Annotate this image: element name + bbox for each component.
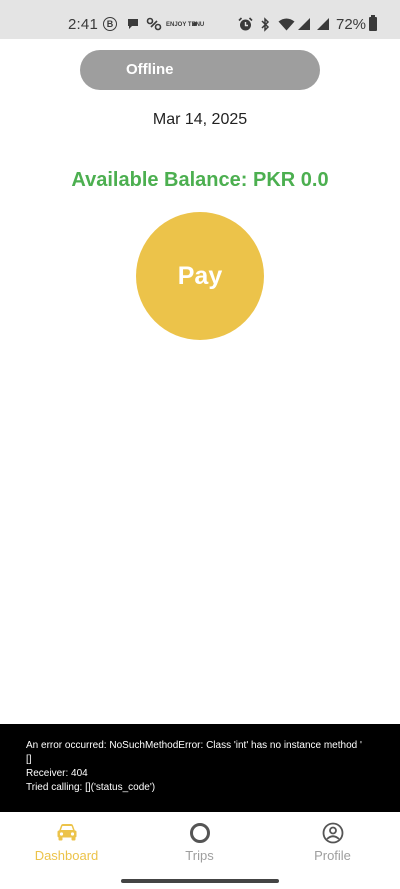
notification-dot-icon [193,22,197,26]
nav-item-trips[interactable]: Trips [133,812,266,871]
status-bar: 2:41 B ENJOY TENU 72% [0,0,400,39]
battery-percent: 72% [336,16,367,33]
gesture-handle[interactable] [121,879,279,883]
error-line: An error occurred: NoSuchMethodError: Cl… [26,740,362,751]
signal-icon [297,15,311,33]
signal-icon-2 [316,15,330,33]
nav-label-trips: Trips [185,848,214,863]
pay-button[interactable]: Pay [136,212,264,340]
available-balance: Available Balance: PKR 0.0 [71,169,329,191]
bottom-navigation: Dashboard Trips Profile [0,812,400,871]
error-line: Tried calling: []('status_code') [26,782,156,793]
nav-label-profile: Profile [314,848,351,863]
nav-item-profile[interactable]: Profile [266,812,399,871]
current-date: Mar 14, 2025 [152,111,248,128]
error-line: [] [26,754,32,765]
online-status-toggle[interactable]: Offline [80,50,320,90]
status-time: 2:41 [68,16,98,33]
wifi-icon [278,15,295,33]
online-status-label: Offline [126,61,174,78]
tools-icon [146,15,162,33]
chat-icon [126,15,140,33]
error-banner: An error occurred: NoSuchMethodError: Cl… [0,724,400,812]
car-icon [56,822,78,847]
pay-button-label: Pay [177,261,223,290]
battery-icon [369,15,377,31]
error-line: Receiver: 404 [26,768,88,779]
nav-item-dashboard[interactable]: Dashboard [0,812,133,871]
bluetooth-icon [260,15,270,33]
profile-icon [322,822,344,849]
b-app-icon: B [103,17,117,31]
alarm-icon [238,15,253,33]
status-small-text: ENJOY TENU [166,21,205,28]
nav-label-dashboard: Dashboard [34,848,99,863]
circle-icon [189,822,211,849]
